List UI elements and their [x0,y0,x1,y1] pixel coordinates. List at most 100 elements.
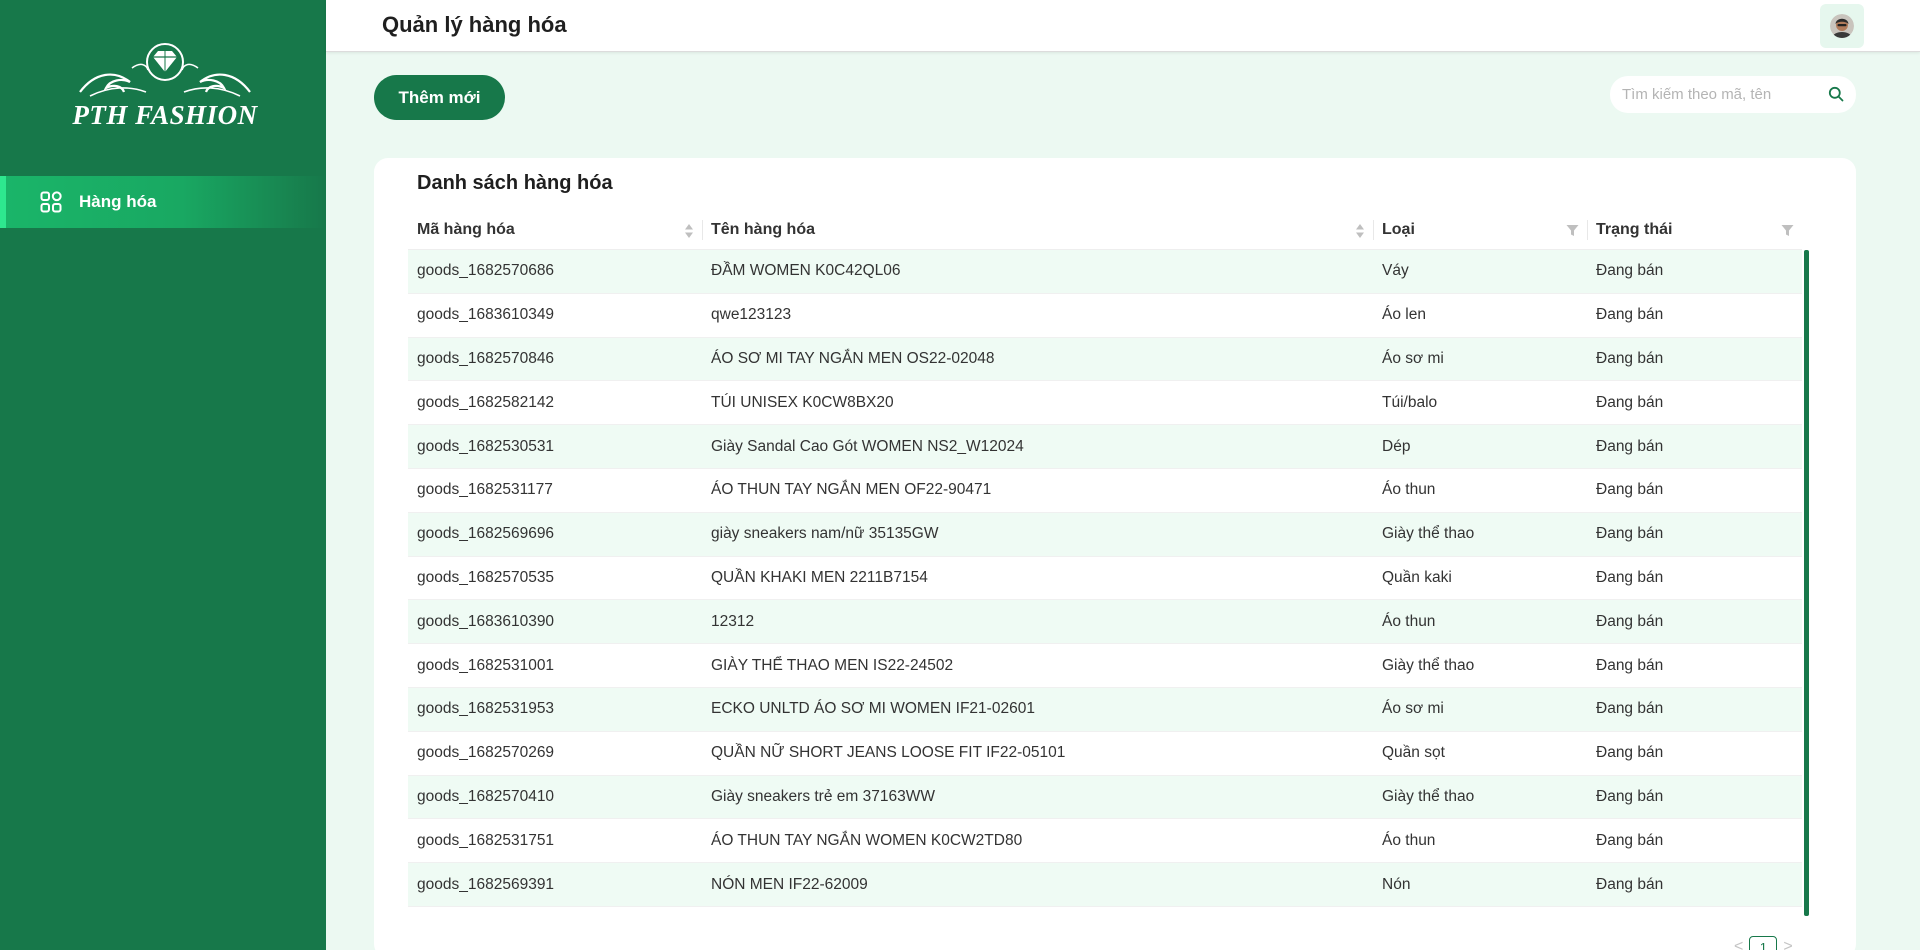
grid-icon [40,191,62,213]
table-row[interactable]: goods_1682570269 QUẦN NỮ SHORT JEANS LOO… [408,732,1802,776]
brand-logo[interactable]: PTH FASHION [70,42,260,137]
cell-status: Đang bán [1596,525,1664,543]
pagination-next[interactable]: > [1783,938,1792,950]
column-header-type[interactable]: Loại [1373,210,1587,249]
avatar [1830,14,1854,38]
table-row[interactable]: goods_1682582142 TÚI UNISEX K0CW8BX20 Tú… [408,381,1802,426]
filter-icon[interactable] [1566,224,1579,237]
cell-code: goods_1682531751 [417,831,555,849]
top-header: Quản lý hàng hóa [326,0,1920,52]
cell-code: goods_1682569391 [417,875,555,893]
column-header-label: Trạng thái [1596,220,1673,238]
cell-type: Áo thun [1382,481,1436,499]
cell-name: Giày sneakers trẻ em 37163WW [711,787,935,805]
cell-type: Giày thể thao [1382,787,1475,805]
column-header-label: Tên hàng hóa [711,220,815,238]
cell-type: Quần sọt [1382,744,1445,762]
cell-code: goods_1683610349 [417,306,555,324]
table-row[interactable]: goods_1682570535 QUẦN KHAKI MEN 2211B715… [408,557,1802,601]
cell-type: Áo thun [1382,831,1436,849]
search-icon[interactable] [1828,86,1844,102]
cell-name: ÁO THUN TAY NGẮN MEN OF22-90471 [711,481,992,499]
table-row[interactable]: goods_1683610390 12312 Áo thun Đang bán [408,600,1802,645]
diamond-logo-icon [79,43,251,97]
cell-code: goods_1682570686 [417,262,555,280]
table-row[interactable]: goods_1682531001 GIÀY THỂ THAO MEN IS22-… [408,644,1802,688]
cell-status: Đang bán [1596,568,1664,586]
search-input[interactable] [1622,86,1822,103]
table-row[interactable]: goods_1682531751 ÁO THUN TAY NGẮN WOMEN … [408,819,1802,864]
sort-icon[interactable] [1355,223,1365,239]
cell-type: Áo thun [1382,612,1436,630]
filter-icon[interactable] [1781,224,1794,237]
cell-type: Giày thể thao [1382,656,1475,674]
cell-name: QUẦN KHAKI MEN 2211B7154 [711,568,928,586]
pagination-page-current[interactable]: 1 [1749,936,1778,950]
column-header-label: Loại [1382,220,1415,238]
column-header-name[interactable]: Tên hàng hóa [702,210,1373,249]
cell-name: NÓN MEN IF22-62009 [711,875,868,893]
table-row[interactable]: goods_1682531953 ECKO UNLTD ÁO SƠ MI WOM… [408,687,1802,732]
table-row[interactable]: goods_1682531177 ÁO THUN TAY NGẮN MEN OF… [408,469,1802,513]
cell-code: goods_1682570846 [417,349,555,367]
table-row[interactable]: goods_1682570686 ĐẦM WOMEN K0C42QL06 Váy… [408,250,1802,294]
cell-status: Đang bán [1596,349,1664,367]
cell-type: Áo sơ mi [1382,349,1444,367]
sidebar-item-goods[interactable]: Hàng hóa [0,176,326,228]
cell-type: Giày thể thao [1382,525,1475,543]
cell-status: Đang bán [1596,612,1664,630]
cell-code: goods_1682570535 [417,568,555,586]
table-row[interactable]: goods_1682570846 ÁO SƠ MI TAY NGẮN MEN O… [408,337,1802,382]
cell-code: goods_1682531001 [417,656,555,674]
pagination: < 1 > [1734,936,1793,950]
cell-status: Đang bán [1596,875,1664,893]
column-header-label: Mã hàng hóa [417,220,515,238]
goods-table: Mã hàng hóa Tên hàng hóa Loại Trạng thái… [408,210,1802,907]
cell-code: goods_1682582142 [417,393,555,411]
cell-type: Áo sơ mi [1382,700,1444,718]
cell-status: Đang bán [1596,393,1664,411]
brand-name: PTH FASHION [72,100,258,130]
search-box [1610,76,1856,113]
table-body: goods_1682570686 ĐẦM WOMEN K0C42QL06 Váy… [408,250,1802,907]
user-avatar-icon [1830,14,1854,38]
cell-name: ĐẦM WOMEN K0C42QL06 [711,262,901,280]
cell-status: Đang bán [1596,744,1664,762]
cell-name: ÁO SƠ MI TAY NGẮN MEN OS22-02048 [711,349,995,367]
table-scrollbar[interactable] [1804,250,1809,916]
cell-name: ÁO THUN TAY NGẮN WOMEN K0CW2TD80 [711,831,1023,849]
cell-code: goods_1682570410 [417,787,555,805]
user-avatar-button[interactable] [1820,4,1864,48]
add-new-button[interactable]: Thêm mới [374,75,505,120]
cell-status: Đang bán [1596,306,1664,324]
cell-status: Đang bán [1596,437,1664,455]
table-row[interactable]: goods_1682569391 NÓN MEN IF22-62009 Nón … [408,863,1802,907]
cell-name: GIÀY THỂ THAO MEN IS22-24502 [711,656,954,674]
table-row[interactable]: goods_1682569696 giày sneakers nam/nữ 35… [408,512,1802,557]
cell-code: goods_1682530531 [417,437,555,455]
cell-name: giày sneakers nam/nữ 35135GW [711,525,939,543]
pagination-prev[interactable]: < [1734,938,1743,950]
table-row[interactable]: goods_1683610349 qwe123123 Áo len Đang b… [408,294,1802,338]
table-row[interactable]: goods_1682530531 Giày Sandal Cao Gót WOM… [408,425,1802,469]
sort-icon[interactable] [684,223,694,239]
column-header-status[interactable]: Trạng thái [1587,210,1802,249]
table-header: Mã hàng hóa Tên hàng hóa Loại Trạng thái [408,210,1802,250]
cell-code: goods_1682531953 [417,700,555,718]
cell-type: Dép [1382,437,1411,455]
cell-status: Đang bán [1596,787,1664,805]
table-row[interactable]: goods_1682570410 Giày sneakers trẻ em 37… [408,775,1802,820]
cell-type: Áo len [1382,306,1426,324]
cell-code: goods_1682570269 [417,744,555,762]
cell-type: Váy [1382,262,1409,280]
card-title: Danh sách hàng hóa [417,172,613,194]
page-title: Quản lý hàng hóa [382,12,567,37]
column-header-code[interactable]: Mã hàng hóa [408,210,702,249]
cell-status: Đang bán [1596,656,1664,674]
cell-name: qwe123123 [711,306,792,324]
cell-code: goods_1683610390 [417,612,555,630]
cell-name: QUẦN NỮ SHORT JEANS LOOSE FIT IF22-05101 [711,744,1066,762]
sidebar-item-label: Hàng hóa [79,192,157,211]
cell-type: Quần kaki [1382,568,1452,586]
goods-list-card: Danh sách hàng hóa Mã hàng hóa Tên hàng … [374,158,1856,950]
